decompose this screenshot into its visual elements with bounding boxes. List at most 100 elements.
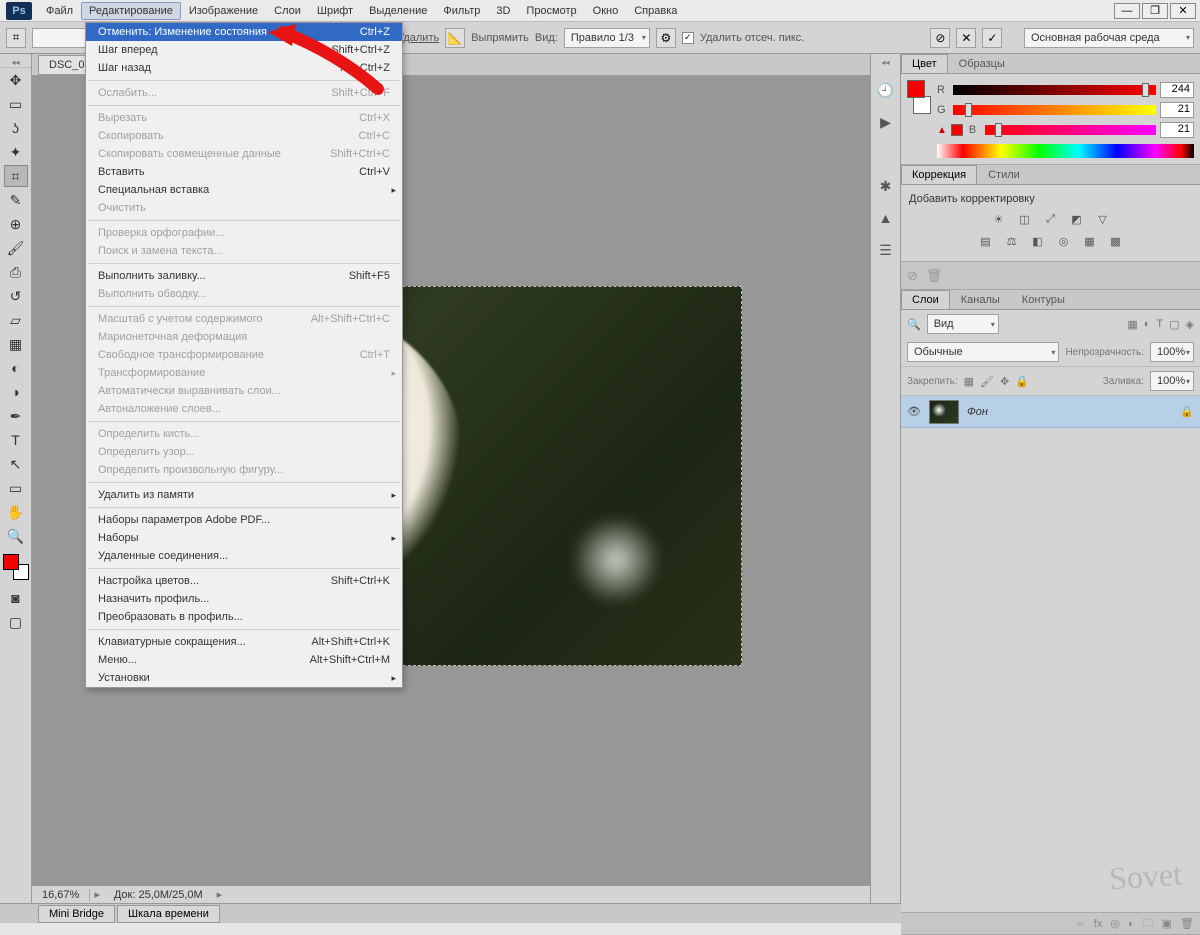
new-group-icon[interactable]: 🗀 xyxy=(1143,914,1154,933)
overlay-settings-icon[interactable]: ⚙ xyxy=(656,28,676,48)
menu-item[interactable]: Меню...Alt+Shift+Ctrl+M xyxy=(86,651,402,669)
menu-редактирование[interactable]: Редактирование xyxy=(81,2,181,20)
lock-image-icon[interactable]: 🖌 xyxy=(980,375,994,388)
photo-filter-icon[interactable]: ◎ xyxy=(1055,233,1073,249)
tab-timeline[interactable]: Шкала времени xyxy=(117,905,220,923)
heal-tool[interactable]: ⊕ xyxy=(4,213,28,235)
menu-item[interactable]: Установки xyxy=(86,669,402,687)
crop-tool[interactable]: ⌗ xyxy=(4,165,28,187)
hue-icon[interactable]: ▤ xyxy=(977,233,995,249)
tab-swatches[interactable]: Образцы xyxy=(948,54,1016,73)
menu-item[interactable]: Наборы параметров Adobe PDF... xyxy=(86,511,402,529)
filter-smart-icon[interactable]: ◈ xyxy=(1186,318,1194,331)
visibility-icon[interactable]: 👁 xyxy=(907,405,921,418)
layer-name[interactable]: Фон xyxy=(967,406,988,418)
menu-item[interactable]: Наборы xyxy=(86,529,402,547)
eraser-tool[interactable]: ▱ xyxy=(4,309,28,331)
menu-3d[interactable]: 3D xyxy=(488,2,518,20)
menu-item[interactable]: Шаг впередShift+Ctrl+Z xyxy=(86,41,402,59)
crop-tool-icon[interactable]: ⌗ xyxy=(6,28,26,48)
menu-item[interactable]: Выполнить заливку...Shift+F5 xyxy=(86,267,402,285)
mixer-icon[interactable]: ▦ xyxy=(1081,233,1099,249)
straighten-icon[interactable]: 📐 xyxy=(445,28,465,48)
collapse-icon[interactable]: ◂◂ xyxy=(881,58,889,68)
menu-шрифт[interactable]: Шрифт xyxy=(309,2,361,20)
lock-all-icon[interactable]: 🔒 xyxy=(1015,375,1029,388)
maximize-button[interactable]: ❐ xyxy=(1142,3,1168,19)
lookup-icon[interactable]: ▩ xyxy=(1107,233,1125,249)
hand-tool[interactable]: ✋ xyxy=(4,501,28,523)
spectrum-bar[interactable] xyxy=(937,144,1194,158)
menu-item[interactable]: Настройка цветов...Shift+Ctrl+K xyxy=(86,572,402,590)
minimize-button[interactable]: — xyxy=(1114,3,1140,19)
tab-color[interactable]: Цвет xyxy=(901,54,948,73)
filter-adjust-icon[interactable]: ◐ xyxy=(1144,318,1151,331)
fill-input[interactable]: 100% xyxy=(1150,371,1194,391)
bw-icon[interactable]: ◧ xyxy=(1029,233,1047,249)
type-tool[interactable]: T xyxy=(4,429,28,451)
brush-presets-icon[interactable]: ☰ xyxy=(876,240,896,260)
tab-styles[interactable]: Стили xyxy=(977,165,1031,184)
layer-fx-icon[interactable]: fx xyxy=(1094,918,1103,930)
blend-mode-dropdown[interactable]: Обычные xyxy=(907,342,1059,362)
reset-crop-icon[interactable]: ⊘ xyxy=(930,28,950,48)
menu-выделение[interactable]: Выделение xyxy=(361,2,435,20)
tab-mini-bridge[interactable]: Mini Bridge xyxy=(38,905,115,923)
shape-tool[interactable]: ▭ xyxy=(4,477,28,499)
commit-crop-icon[interactable]: ✓ xyxy=(982,28,1002,48)
lasso-tool[interactable]: ʖ xyxy=(4,117,28,139)
menu-item[interactable]: ВставитьCtrl+V xyxy=(86,163,402,181)
levels-icon[interactable]: ◫ xyxy=(1016,211,1034,227)
stamp-tool[interactable]: ⎙ xyxy=(4,261,28,283)
menu-item[interactable]: Удаленные соединения... xyxy=(86,547,402,565)
wand-tool[interactable]: ✦ xyxy=(4,141,28,163)
workspace-dropdown[interactable]: Основная рабочая среда xyxy=(1024,28,1194,48)
menu-слои[interactable]: Слои xyxy=(266,2,309,20)
menu-фильтр[interactable]: Фильтр xyxy=(435,2,488,20)
curves-icon[interactable]: ⤢ xyxy=(1042,211,1060,227)
b-value[interactable]: 21 xyxy=(1160,122,1194,138)
menu-окно[interactable]: Окно xyxy=(585,2,627,20)
menu-item[interactable]: Отменить: Изменение состоянияCtrl+Z xyxy=(86,23,402,41)
close-button[interactable]: ✕ xyxy=(1170,3,1196,19)
pen-tool[interactable]: ✒ xyxy=(4,405,28,427)
para-icon[interactable]: ▲ xyxy=(876,208,896,228)
lock-transparent-icon[interactable]: ▦ xyxy=(964,375,974,388)
exposure-icon[interactable]: ◩ xyxy=(1068,211,1086,227)
delete-cropped-checkbox[interactable]: ✓ xyxy=(682,32,694,44)
brightness-icon[interactable]: ☀ xyxy=(990,211,1008,227)
menu-item[interactable]: Преобразовать в профиль... xyxy=(86,608,402,626)
dodge-tool[interactable]: ◑ xyxy=(4,381,28,403)
zoom-tool[interactable]: 🔍 xyxy=(4,525,28,547)
filter-type-icon[interactable]: T xyxy=(1156,318,1163,331)
g-value[interactable]: 21 xyxy=(1160,102,1194,118)
vibrance-icon[interactable]: ▽ xyxy=(1094,211,1112,227)
brush-tool[interactable]: 🖌 xyxy=(4,237,28,259)
tab-paths[interactable]: Контуры xyxy=(1011,290,1076,309)
cancel-crop-icon[interactable]: ✕ xyxy=(956,28,976,48)
color-swatches[interactable] xyxy=(3,554,29,580)
menu-файл[interactable]: Файл xyxy=(38,2,81,20)
tab-channels[interactable]: Каналы xyxy=(950,290,1011,309)
marquee-tool[interactable]: ▭ xyxy=(4,93,28,115)
menu-просмотр[interactable]: Просмотр xyxy=(518,2,584,20)
menu-item[interactable]: Назначить профиль... xyxy=(86,590,402,608)
adjust-trash-icon[interactable]: 🗑 xyxy=(926,268,943,284)
link-layers-icon[interactable]: ⇔ xyxy=(1075,918,1086,930)
balance-icon[interactable]: ⚖ xyxy=(1003,233,1021,249)
lock-position-icon[interactable]: ✥ xyxy=(1000,375,1009,388)
screenmode-tool[interactable]: ▢ xyxy=(4,611,28,633)
adjust-delete-icon[interactable]: ⊘ xyxy=(907,268,918,284)
zoom-level[interactable]: 16,67% xyxy=(32,889,90,901)
filter-shape-icon[interactable]: ▢ xyxy=(1169,318,1179,331)
r-slider[interactable] xyxy=(953,85,1156,95)
move-tool[interactable]: ✥ xyxy=(4,69,28,91)
quickmask-tool[interactable]: ◙ xyxy=(4,587,28,609)
filter-pixel-icon[interactable]: ▦ xyxy=(1127,318,1137,331)
foreground-color-swatch[interactable] xyxy=(3,554,19,570)
r-value[interactable]: 244 xyxy=(1160,82,1194,98)
menu-item[interactable]: Специальная вставка xyxy=(86,181,402,199)
actions-icon[interactable]: ▶ xyxy=(876,112,896,132)
layer-row-background[interactable]: 👁 Фон 🔒 xyxy=(901,396,1200,428)
g-slider[interactable] xyxy=(953,105,1156,115)
